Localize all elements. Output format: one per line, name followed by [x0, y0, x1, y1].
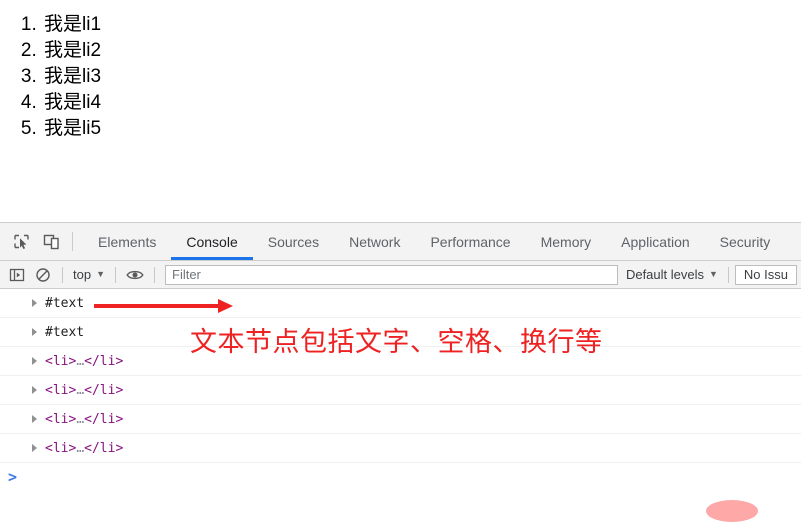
list-item: 我是li4 [42, 90, 801, 116]
log-levels-selector[interactable]: Default levels ▼ [622, 267, 722, 282]
execution-context-label: top [73, 267, 92, 282]
inspect-element-icon[interactable] [6, 223, 36, 260]
live-expression-icon[interactable] [122, 262, 148, 288]
element-node-label: <li>…</li> [45, 383, 123, 398]
tab-network[interactable]: Network [334, 223, 415, 260]
console-toolbar: top ▼ Filter Default levels ▼ No Issu [0, 261, 801, 289]
toolbar-divider [115, 266, 116, 283]
element-node-label: <li>…</li> [45, 441, 123, 456]
tab-sources[interactable]: Sources [253, 223, 334, 260]
list-item: 我是li1 [42, 12, 801, 38]
ordered-list: 我是li1 我是li2 我是li3 我是li4 我是li5 [0, 12, 801, 142]
log-levels-label: Default levels [625, 267, 704, 282]
text-node-label: #text [45, 295, 85, 311]
tab-label: Memory [540, 233, 592, 250]
list-item: 我是li5 [42, 116, 801, 142]
prompt-chevron-icon: > [8, 467, 18, 486]
console-row-element[interactable]: <li>…</li> [0, 376, 801, 405]
console-row-text-node[interactable]: #text [0, 289, 801, 318]
toolbar-divider [727, 266, 729, 283]
tag-ellipsis: … [76, 411, 85, 427]
disclosure-triangle-icon[interactable] [32, 415, 37, 423]
tab-label: Performance [430, 233, 511, 250]
console-row-text-node[interactable]: #text [0, 318, 801, 347]
disclosure-triangle-icon[interactable] [32, 444, 37, 452]
devtools-panel: Elements Console Sources Network Perform… [0, 222, 801, 511]
tab-label: Console [186, 233, 238, 250]
tag-close: </li> [84, 353, 124, 369]
execution-context-selector[interactable]: top ▼ [69, 267, 109, 282]
clear-console-icon[interactable] [30, 262, 56, 288]
console-message-list: #text #text <li>…</li> <li>…</li> <li>…<… [0, 289, 801, 510]
console-sidebar-icon[interactable] [4, 262, 30, 288]
toolbar-divider [154, 266, 155, 283]
tab-list: Elements Console Sources Network Perform… [83, 223, 785, 260]
element-node-label: <li>…</li> [45, 354, 123, 369]
tag-open: <li> [45, 411, 77, 427]
chevron-down-icon: ▼ [709, 269, 718, 279]
tag-ellipsis: … [76, 440, 85, 456]
tab-security[interactable]: Security [705, 223, 786, 260]
device-toolbar-icon[interactable] [36, 223, 66, 260]
disclosure-triangle-icon[interactable] [32, 328, 37, 336]
tab-elements[interactable]: Elements [83, 223, 171, 260]
toolbar-divider [62, 266, 63, 283]
text-node-label: #text [45, 324, 85, 340]
tab-performance[interactable]: Performance [415, 223, 525, 260]
disclosure-triangle-icon[interactable] [32, 299, 37, 307]
console-row-element[interactable]: <li>…</li> [0, 434, 801, 463]
console-row-element[interactable]: <li>…</li> [0, 405, 801, 434]
tag-open: <li> [45, 440, 77, 456]
tab-memory[interactable]: Memory [526, 223, 607, 260]
filter-placeholder: Filter [172, 267, 201, 282]
tab-label: Elements [98, 233, 157, 250]
disclosure-triangle-icon[interactable] [32, 386, 37, 394]
web-page-viewport: 我是li1 我是li2 我是li3 我是li4 我是li5 [0, 0, 801, 222]
console-row-element[interactable]: <li>…</li> [0, 347, 801, 376]
tag-close: </li> [84, 411, 124, 427]
console-prompt[interactable]: > [0, 463, 801, 491]
console-filter-input[interactable]: Filter [165, 264, 618, 285]
tab-application[interactable]: Application [606, 223, 705, 260]
tag-ellipsis: … [76, 382, 85, 398]
tag-close: </li> [84, 440, 124, 456]
disclosure-triangle-icon[interactable] [32, 357, 37, 365]
tab-label: Security [719, 233, 771, 250]
devtools-tabstrip: Elements Console Sources Network Perform… [0, 223, 801, 261]
tag-open: <li> [45, 382, 77, 398]
tab-console[interactable]: Console [171, 223, 254, 260]
element-node-label: <li>…</li> [45, 412, 123, 427]
tag-open: <li> [45, 353, 77, 369]
issues-button[interactable]: No Issu [734, 264, 797, 285]
list-item: 我是li2 [42, 38, 801, 64]
list-item: 我是li3 [42, 64, 801, 90]
toolbar-divider [72, 232, 73, 251]
tab-label: Sources [267, 233, 320, 250]
tab-label: Application [621, 233, 690, 250]
chevron-down-icon: ▼ [96, 269, 105, 279]
issues-label: No Issu [743, 267, 788, 282]
tag-close: </li> [84, 382, 124, 398]
tag-ellipsis: … [76, 353, 85, 369]
tab-label: Network [349, 233, 401, 250]
